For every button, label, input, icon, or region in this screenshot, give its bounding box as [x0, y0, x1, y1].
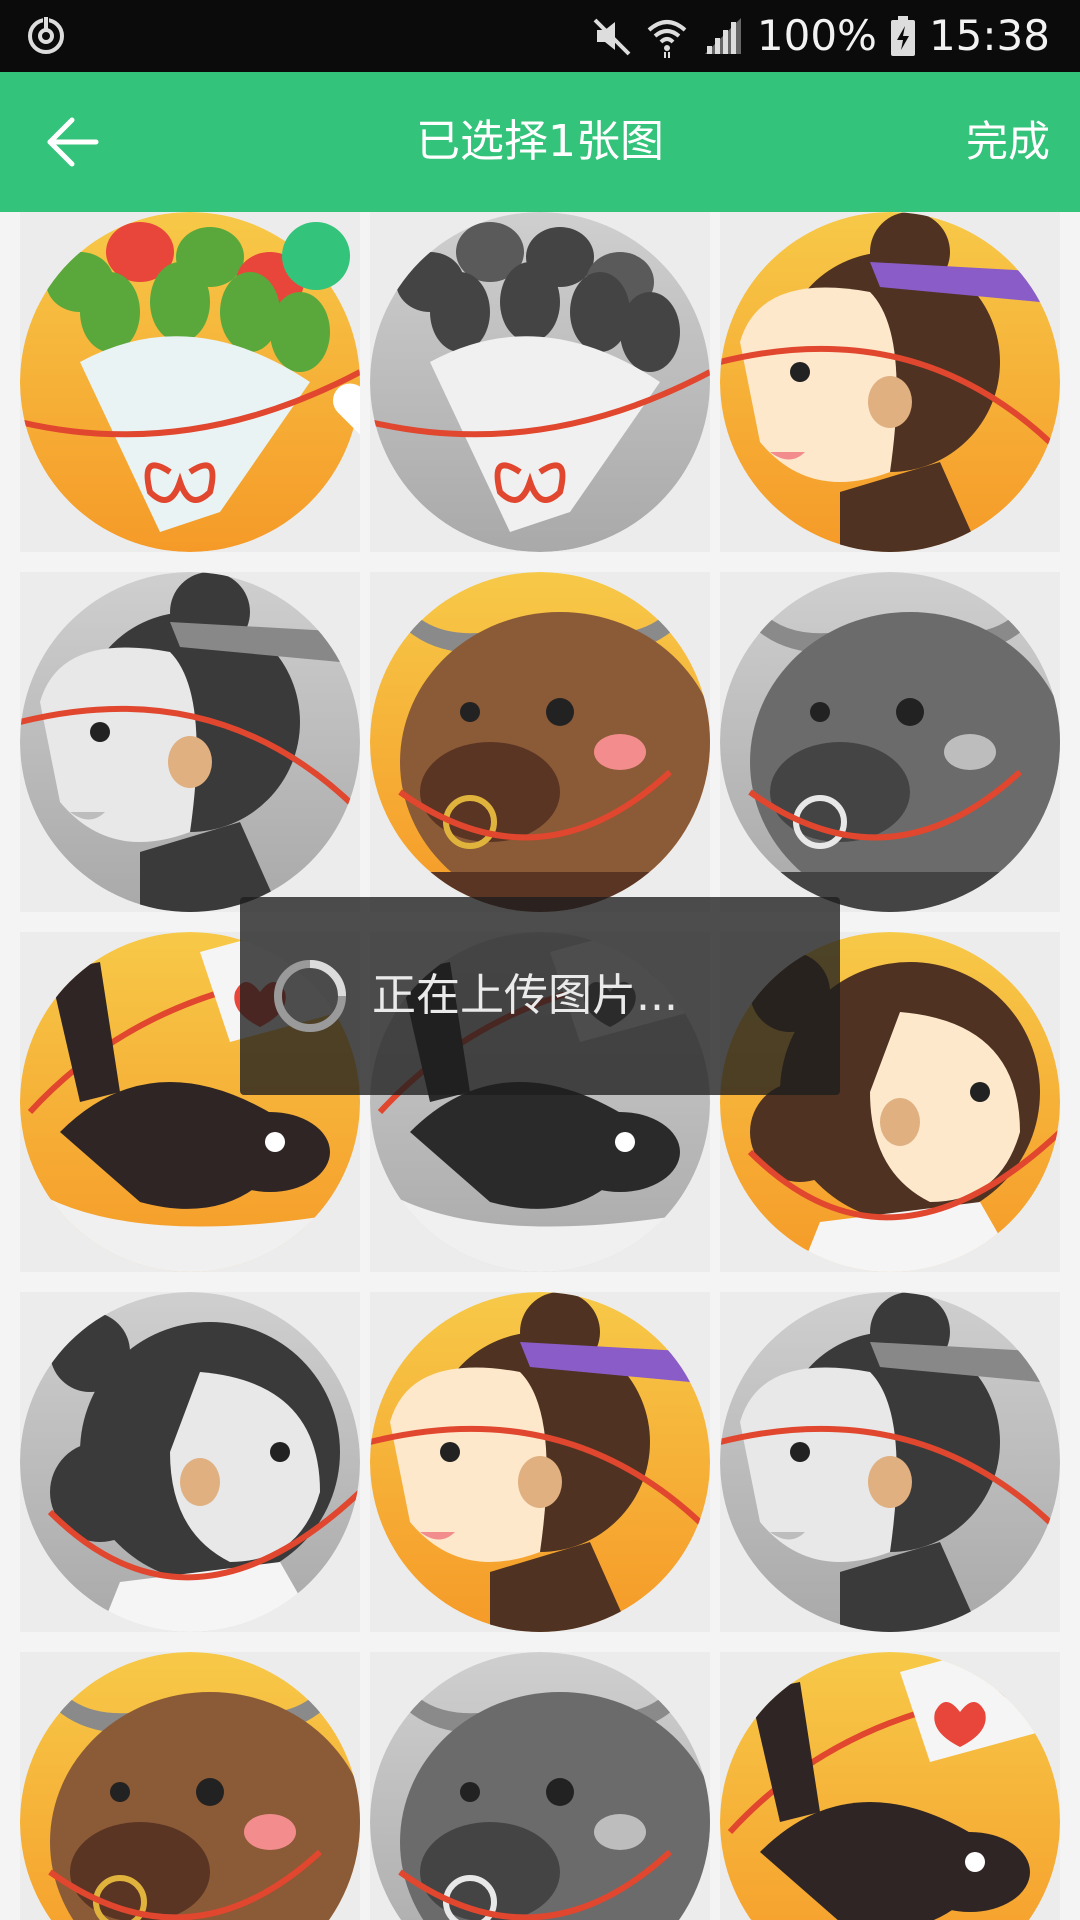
wifi-icon	[647, 20, 687, 58]
girl-avatar-image	[720, 212, 1060, 552]
grid-image-girl-color[interactable]	[720, 212, 1060, 552]
battery-percent: 100%	[756, 11, 877, 60]
girl-avatar-image	[20, 572, 360, 912]
girl-avatar-image	[720, 1292, 1060, 1632]
status-bar: 100% 15:38	[0, 0, 1080, 72]
checkmark-icon	[333, 383, 360, 435]
page-title: 已选择1张图	[416, 116, 664, 167]
grid-image-ox-color[interactable]	[20, 1652, 360, 1920]
loading-spinner-icon	[274, 960, 346, 1032]
mute-icon	[593, 18, 631, 56]
grid-image-ox-color[interactable]	[370, 572, 710, 912]
ox-avatar-image	[370, 572, 710, 912]
ox-avatar-image	[720, 572, 1060, 912]
signal-icon	[704, 18, 741, 54]
grid-image-bouquet-gray[interactable]	[370, 212, 710, 552]
grid-image-weaver-girl-gray[interactable]	[20, 1292, 360, 1632]
uploading-toast: 正在上传图片...	[240, 897, 840, 1095]
sync-icon	[28, 16, 64, 54]
weaver-girl-avatar-image	[20, 1292, 360, 1632]
girl-avatar-image	[370, 1292, 710, 1632]
done-button[interactable]: 完成	[966, 72, 1050, 212]
grid-image-bouquet-color[interactable]	[20, 212, 360, 552]
grid-image-girl-color[interactable]	[370, 1292, 710, 1632]
uploading-text: 正在上传图片...	[372, 970, 678, 1021]
ox-avatar-image	[370, 1652, 710, 1920]
grid-image-ox-gray[interactable]	[370, 1652, 710, 1920]
grid-image-girl-gray[interactable]	[720, 1292, 1060, 1632]
bouquet-avatar-image	[370, 212, 710, 552]
grid-image-magpie-color[interactable]	[720, 1652, 1060, 1920]
ox-avatar-image	[20, 1652, 360, 1920]
battery-charging-icon	[890, 16, 915, 56]
grid-image-ox-gray[interactable]	[720, 572, 1060, 912]
magpie-avatar-image	[720, 1652, 1060, 1920]
app-bar: 已选择1张图 完成	[0, 72, 1080, 212]
grid-image-girl-gray[interactable]	[20, 572, 360, 912]
clock: 15:38	[928, 11, 1050, 60]
selected-check-icon[interactable]	[282, 222, 360, 435]
